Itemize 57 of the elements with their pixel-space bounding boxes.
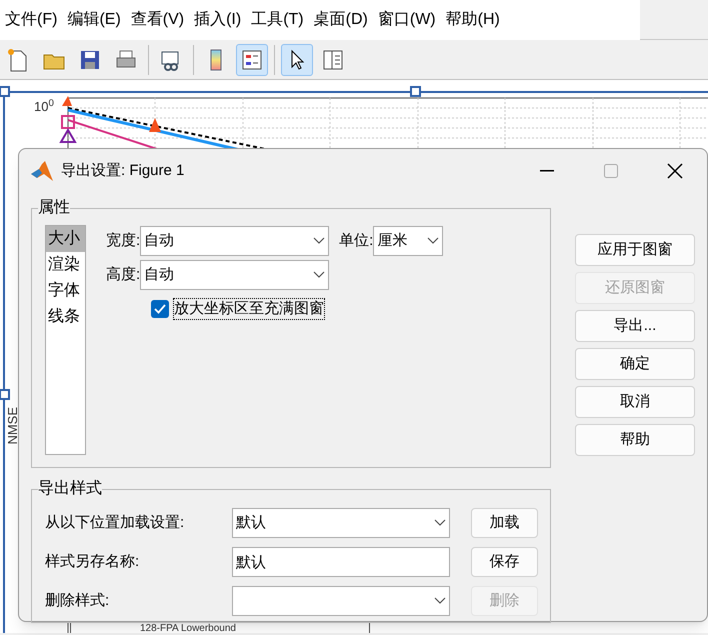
style-button[interactable]: 加载: [471, 508, 538, 538]
toolbar-button[interactable]: [281, 44, 313, 76]
checkbox-label: 放大坐标区至充满图窗: [173, 298, 325, 320]
chevron-down-icon: [313, 271, 326, 279]
field-label: 从以下位置加载设置:: [45, 512, 186, 533]
chevron-down-icon: [434, 519, 446, 527]
axis-tick-label: 10$^{0}$: [34, 100, 54, 114]
checkbox[interactable]: [151, 300, 169, 318]
dialog-button[interactable]: 导出...: [575, 310, 695, 342]
menu-item[interactable]: 帮助(H): [440, 8, 505, 32]
menu-item[interactable]: 工具(T): [246, 8, 309, 32]
menu-item[interactable]: 桌面(D): [308, 8, 373, 32]
field-label: 高度:: [106, 264, 140, 285]
chevron-down-icon: [434, 597, 446, 605]
close-icon: [667, 163, 683, 179]
list-item[interactable]: 渲染: [46, 252, 85, 278]
dialog-button[interactable]: 取消: [575, 386, 695, 418]
selection-handle[interactable]: [0, 389, 10, 400]
menu-item[interactable]: 编辑(E): [62, 8, 126, 32]
legend-icon: [240, 48, 264, 72]
plot-marker: [59, 128, 77, 143]
style-dropdown[interactable]: 默认: [232, 508, 450, 538]
dialog-button[interactable]: 帮助: [575, 424, 695, 456]
list-item[interactable]: 线条: [46, 304, 85, 330]
menu-item[interactable]: 插入(I): [189, 8, 246, 32]
minimize-icon: [540, 170, 554, 172]
list-item[interactable]: 字体: [46, 278, 85, 304]
plot-marker: [62, 96, 72, 106]
unit-dropdown[interactable]: 厘米: [373, 226, 444, 256]
height-dropdown[interactable]: 自动: [140, 260, 330, 290]
dialog-title: 导出设置: Figure 1: [61, 160, 184, 181]
menu-item[interactable]: 查看(V): [126, 8, 190, 32]
dialog-button[interactable]: 确定: [575, 348, 695, 380]
dialog-button[interactable]: 应用于图窗: [575, 234, 695, 266]
toolbar-button[interactable]: [236, 44, 268, 76]
axis-label: NMSE: [4, 406, 22, 445]
name-input-field[interactable]: 默认: [232, 547, 450, 577]
menu-item[interactable]: 窗口(W): [372, 8, 441, 32]
style-button[interactable]: 保存: [471, 547, 538, 577]
chevron-down-icon: [427, 237, 440, 245]
menu-item[interactable]: 文件(F): [0, 8, 62, 32]
field-label: 单位:: [339, 230, 374, 251]
selection-handle[interactable]: [0, 86, 10, 97]
maximize-icon: [604, 164, 618, 178]
list-item[interactable]: 大小: [46, 226, 85, 252]
plot-marker: [149, 118, 161, 132]
legend-label: 128-FPA Lowerbound: [140, 624, 236, 633]
selection-handle[interactable]: [410, 86, 421, 97]
field-label: 宽度:: [106, 230, 140, 251]
category-list[interactable]: 大小 渲染 字体 线条: [45, 225, 86, 455]
property-editor-icon: [321, 48, 345, 72]
field-label: 样式另存名称:: [45, 552, 140, 572]
chevron-down-icon: [313, 237, 326, 245]
app-logo-icon: [31, 161, 53, 181]
plot-marker: [61, 115, 75, 129]
field-label: 删除样式:: [45, 590, 110, 611]
width-dropdown[interactable]: 自动: [140, 226, 330, 256]
